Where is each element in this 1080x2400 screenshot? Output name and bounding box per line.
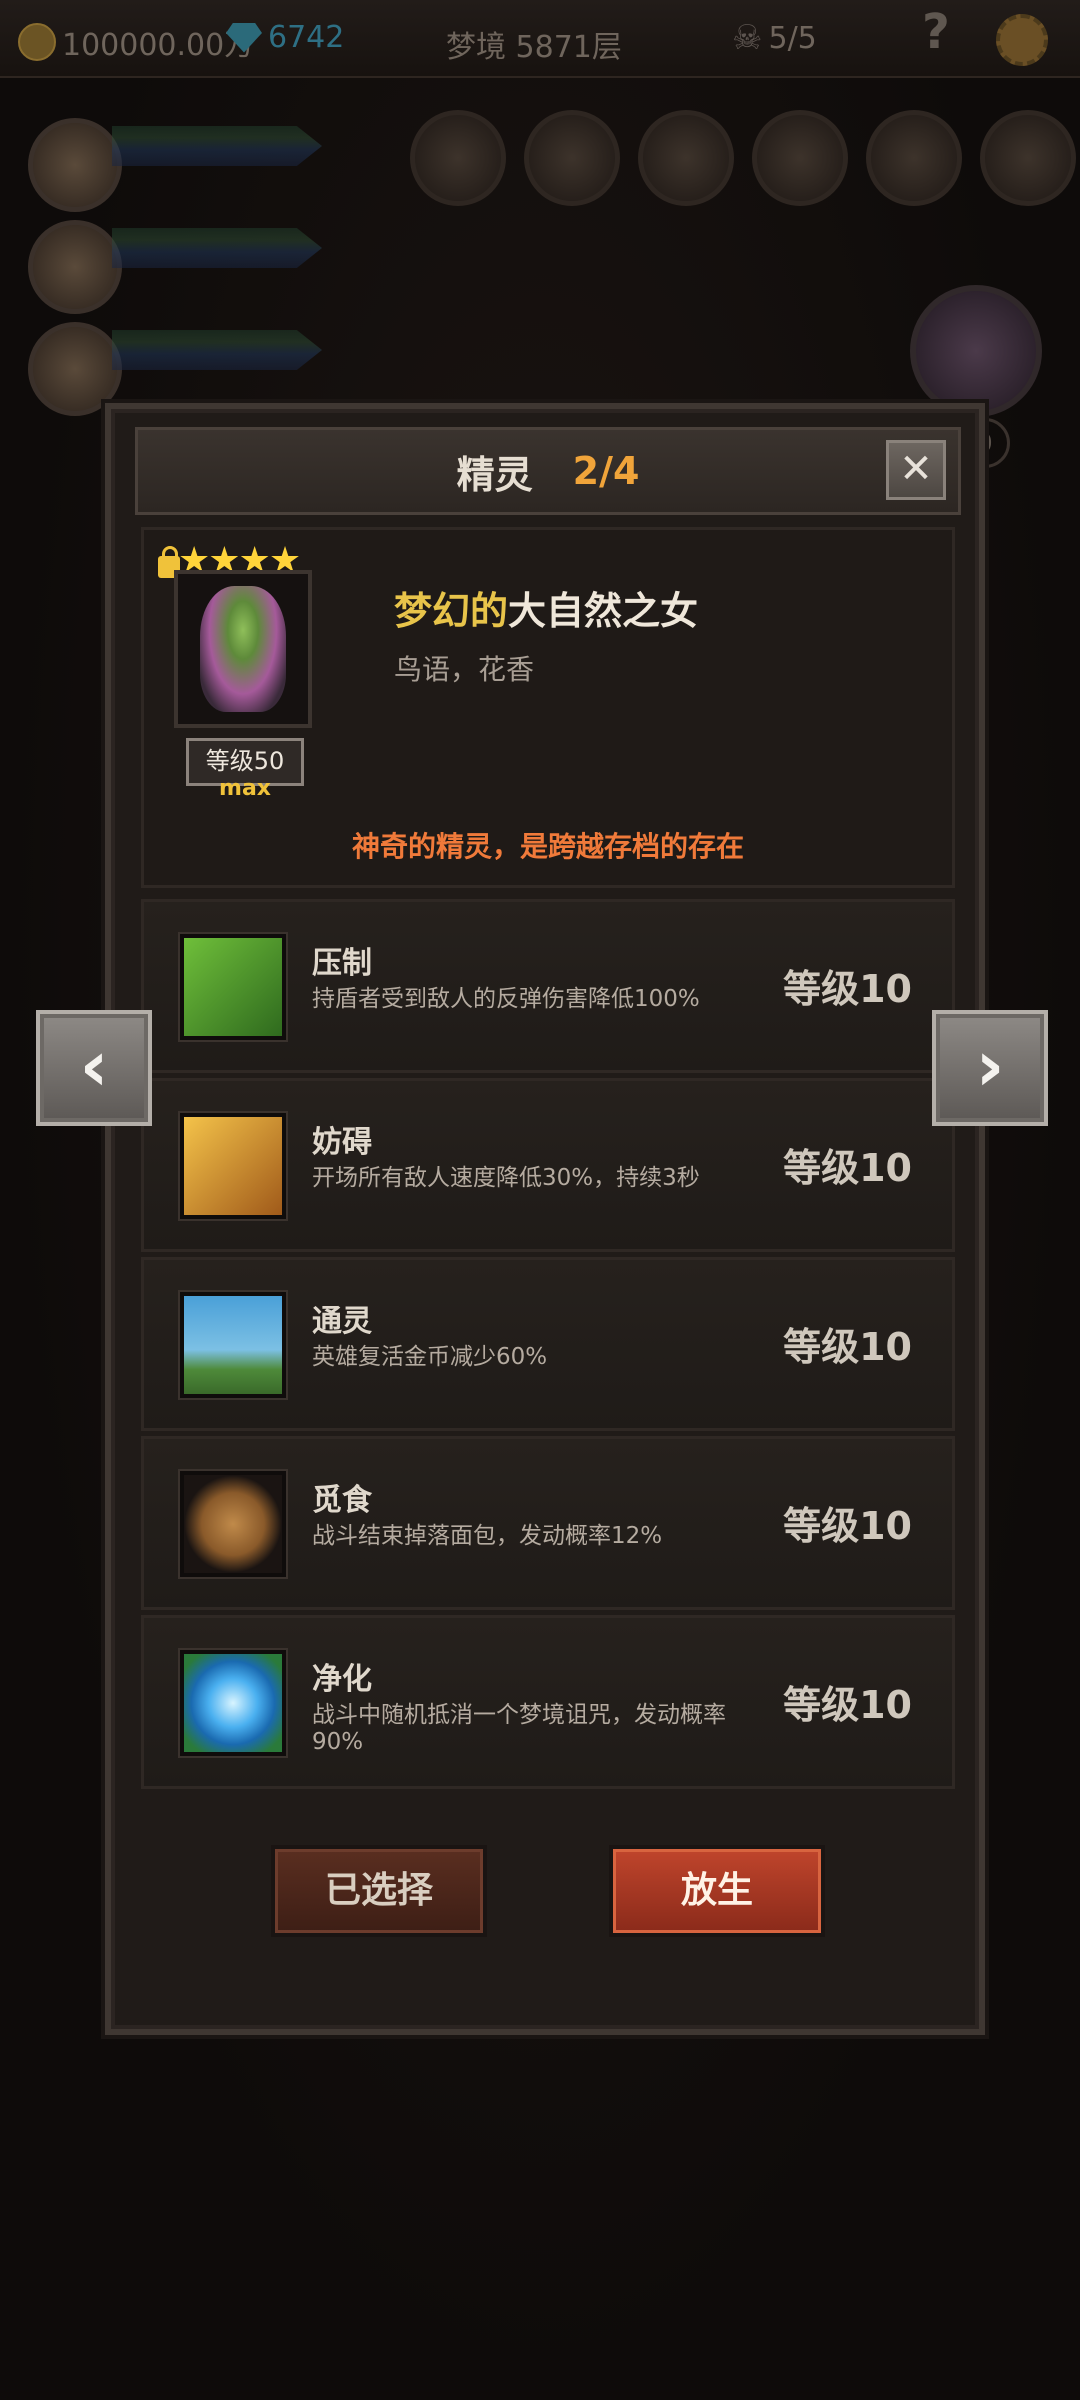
gold-coin-icon (18, 23, 56, 61)
tombstone-icon (180, 1292, 286, 1398)
spirit-dialog: 精灵 2/4 ✕ ★★★★ 等级50 max 梦幻的大自然之女 鸟语，花香 神奇… (105, 403, 985, 2035)
skill-level: 等级10 (783, 1325, 912, 1369)
claw-grass-icon (180, 934, 286, 1040)
settings-button[interactable] (996, 14, 1048, 66)
skill-row[interactable]: 妨碍 开场所有敌人速度降低30%，持续3秒 等级10 (141, 1078, 955, 1252)
gold-display: 100000.00万 (18, 20, 254, 64)
top-resource-bar: 100000.00万 6742 梦境 5871层 ☠ 5/5 ? (0, 0, 1080, 78)
skill-level: 等级10 (783, 1504, 912, 1548)
spirit-description: 神奇的精灵，是跨越存档的存在 (351, 830, 744, 863)
gem-amount: 6742 (268, 20, 345, 55)
spirit-slot[interactable] (910, 285, 1042, 417)
selected-button[interactable]: 已选择 (271, 1845, 487, 1937)
skill-row[interactable]: 觅食 战斗结束掉落面包，发动概率12% 等级10 (141, 1436, 955, 1610)
skill-description: 持盾者受到敌人的反弹伤害降低100% (312, 986, 700, 1012)
skill-row[interactable]: 通灵 英雄复活金币减少60% 等级10 (141, 1257, 955, 1431)
gingerbread-icon (180, 1471, 286, 1577)
help-button[interactable]: ? (922, 4, 950, 60)
hero-portrait-1[interactable] (28, 118, 122, 212)
skill-name: 通灵 (312, 1304, 372, 1339)
skill-name: 净化 (312, 1662, 372, 1697)
hero-portrait-3[interactable] (28, 322, 122, 416)
skull-count: 5/5 (768, 20, 817, 56)
next-spirit-button[interactable]: › (932, 1010, 1048, 1126)
skill-description: 战斗结束掉落面包，发动概率12% (312, 1523, 663, 1549)
blue-flower-icon (180, 1650, 286, 1756)
gear-icon (996, 14, 1048, 66)
skull-display: ☠ 5/5 (732, 18, 817, 58)
skill-description: 英雄复活金币减少60% (312, 1344, 548, 1370)
hero-health-bar-2 (112, 228, 322, 268)
skill-description: 战斗中随机抵消一个梦境诅咒，发动概率90% (312, 1702, 726, 1755)
stage-label: 梦境 5871层 (446, 30, 622, 65)
chevron-left-icon: ‹ (79, 1025, 109, 1107)
max-level-label: max (219, 776, 271, 801)
chevron-right-icon: › (975, 1025, 1005, 1107)
skill-name: 觅食 (312, 1483, 372, 1518)
gem-display: 6742 (226, 20, 344, 55)
skill-description: 开场所有敌人速度降低30%，持续3秒 (312, 1165, 700, 1191)
item-slot-5[interactable] (866, 110, 962, 206)
hero-health-bar-3 (112, 330, 322, 370)
dialog-header: 精灵 2/4 ✕ (135, 427, 961, 515)
hero-health-bar-1 (112, 126, 322, 166)
dialog-title: 精灵 (456, 452, 533, 497)
close-icon: ✕ (899, 446, 933, 492)
skill-row[interactable]: 压制 持盾者受到敌人的反弹伤害降低100% 等级10 (141, 899, 955, 1073)
close-button[interactable]: ✕ (886, 440, 946, 500)
previous-spirit-button[interactable]: ‹ (36, 1010, 152, 1126)
question-icon: ? (922, 4, 950, 60)
hero-portrait-2[interactable] (28, 220, 122, 314)
item-slot-4[interactable] (752, 110, 848, 206)
skull-icon: ☠ (732, 18, 763, 58)
spirit-name-suffix: 大自然之女 (508, 589, 699, 633)
item-slot-6[interactable] (980, 110, 1076, 206)
nature-maiden-icon (200, 586, 286, 712)
stage-display: 梦境 5871层 (446, 22, 622, 66)
skill-level: 等级10 (783, 967, 912, 1011)
release-button[interactable]: 放生 (609, 1845, 825, 1937)
item-slot-3[interactable] (638, 110, 734, 206)
spirit-name-prefix: 梦幻的 (394, 589, 509, 633)
skill-row[interactable]: 净化 战斗中随机抵消一个梦境诅咒，发动概率90% 等级10 (141, 1615, 955, 1789)
page-counter: 2/4 (572, 449, 640, 493)
spirit-info-card: ★★★★ 等级50 max 梦幻的大自然之女 鸟语，花香 神奇的精灵，是跨越存档… (141, 527, 955, 888)
skill-name: 压制 (312, 946, 372, 981)
item-slot-2[interactable] (524, 110, 620, 206)
skill-level: 等级10 (783, 1146, 912, 1190)
chained-boot-icon (180, 1113, 286, 1219)
spirit-tags: 鸟语，花香 (394, 653, 535, 686)
diamond-icon (226, 22, 262, 53)
skill-name: 妨碍 (312, 1125, 372, 1160)
skill-level: 等级10 (783, 1683, 912, 1727)
item-slot-1[interactable] (410, 110, 506, 206)
spirit-name: 梦幻的大自然之女 (394, 580, 698, 635)
spirit-portrait (174, 570, 312, 728)
